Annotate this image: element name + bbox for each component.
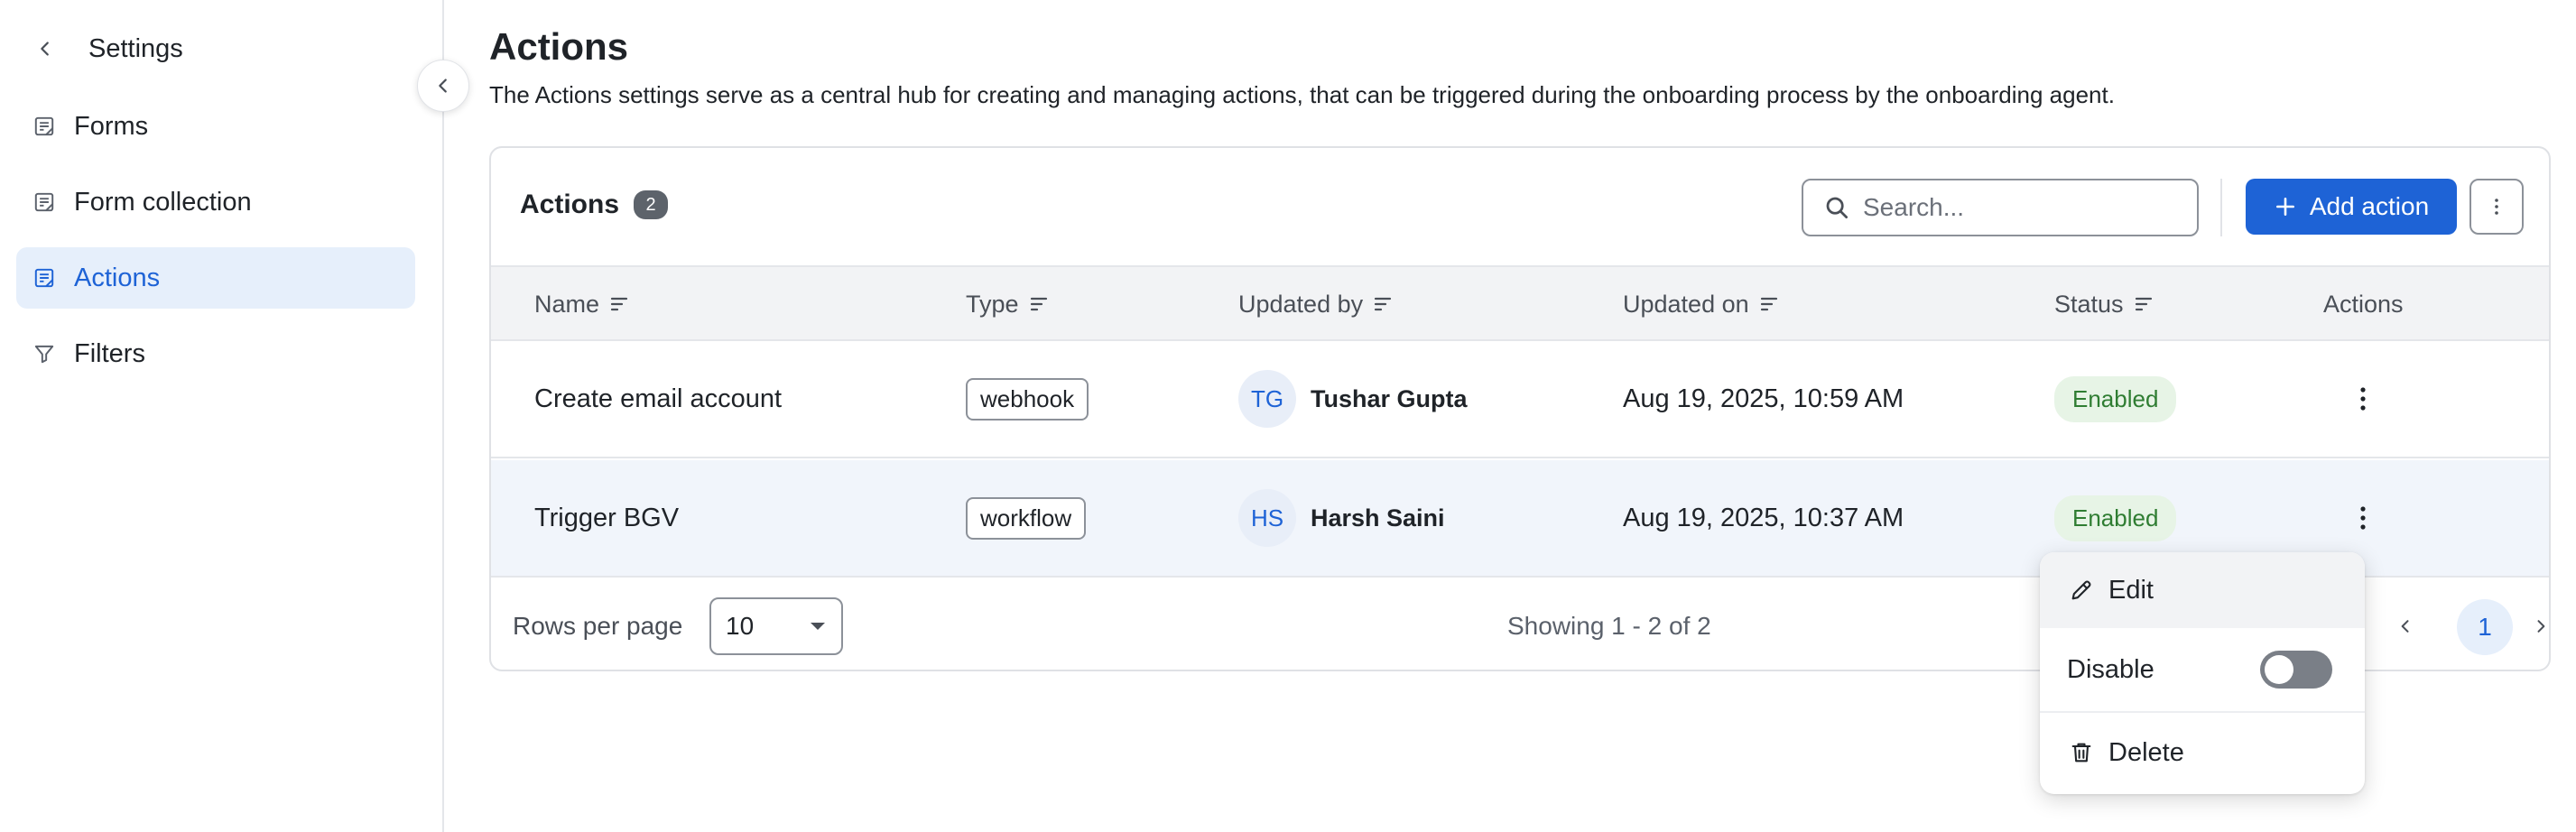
sidebar-item-form-collection[interactable]: Form collection [16, 171, 415, 233]
page-number-button[interactable]: 1 [2457, 599, 2513, 655]
column-header-label: Name [534, 290, 600, 318]
column-header-label: Updated by [1238, 290, 1364, 318]
sidebar-item-actions[interactable]: Actions [16, 247, 415, 309]
pencil-icon [2071, 580, 2091, 600]
form-icon [31, 264, 58, 291]
menu-item-label: Edit [2108, 575, 2154, 605]
menu-item-delete[interactable]: Delete [2040, 715, 2365, 790]
updated-on: Aug 19, 2025, 10:59 AM [1623, 384, 1904, 413]
sort-icon [610, 297, 628, 311]
sidebar-item-label: Actions [74, 263, 161, 292]
sidebar-item-forms[interactable]: Forms [16, 96, 415, 157]
page-description: The Actions settings serve as a central … [489, 81, 2115, 108]
toggle-knob [2265, 655, 2293, 684]
disable-toggle[interactable] [2260, 651, 2332, 689]
column-header-label: Updated on [1623, 290, 1749, 318]
form-icon [31, 113, 58, 140]
sidebar-header: Settings [27, 31, 183, 67]
caret-down-icon [811, 623, 825, 630]
sidebar-item-label: Form collection [74, 187, 252, 217]
form-icon [31, 189, 58, 216]
chevron-left-icon [41, 42, 49, 56]
column-header-label: Status [2054, 290, 2124, 318]
previous-page-button[interactable] [2383, 601, 2428, 652]
row-actions-button[interactable] [2345, 493, 2381, 543]
kebab-icon [2495, 199, 2498, 215]
page-title: Actions [489, 25, 629, 68]
menu-item-edit[interactable]: Edit [2040, 552, 2365, 628]
updated-by-cell: TG Tushar Gupta [1238, 341, 1468, 457]
sort-icon [1375, 297, 1392, 311]
kebab-icon [2360, 387, 2366, 411]
sidebar-item-label: Forms [74, 111, 149, 141]
status-badge: Enabled [2054, 495, 2177, 541]
rows-per-page-value: 10 [726, 612, 755, 640]
search-input[interactable] [1863, 193, 2161, 222]
chevron-left-icon [439, 79, 447, 93]
type-tag: workflow [966, 496, 1087, 540]
toolbar-divider [2220, 179, 2222, 236]
filter-icon [31, 340, 58, 367]
rows-per-page-label: Rows per page [513, 612, 683, 640]
add-action-button[interactable]: Add action [2246, 179, 2457, 235]
updated-by-cell: HS Harsh Saini [1238, 460, 1445, 576]
menu-item-disable[interactable]: Disable [2040, 628, 2365, 713]
card-header: Actions 2 [520, 190, 669, 220]
card-title: Actions [520, 190, 620, 219]
sort-icon [1760, 297, 1777, 311]
column-header-label: Type [966, 290, 1019, 318]
pagination-summary: Showing 1 - 2 of 2 [1507, 612, 1711, 640]
type-tag: webhook [966, 377, 1089, 421]
sidebar-title: Settings [88, 33, 183, 63]
chevron-left-icon [2401, 620, 2409, 633]
column-header-label: Actions [2323, 290, 2404, 318]
sort-icon [2135, 297, 2152, 311]
column-header-status[interactable]: Status [2054, 267, 2154, 341]
rows-per-page-select[interactable]: 10 [709, 597, 843, 655]
user-name: Harsh Saini [1311, 504, 1445, 532]
column-header-actions: Actions [2323, 267, 2404, 341]
back-button[interactable] [27, 31, 63, 67]
column-header-name[interactable]: Name [534, 267, 630, 341]
row-actions-button[interactable] [2345, 374, 2381, 424]
collapse-sidebar-button[interactable] [417, 60, 469, 112]
column-header-updated-by[interactable]: Updated by [1238, 267, 1394, 341]
column-header-updated-on[interactable]: Updated on [1623, 267, 1780, 341]
row-context-menu: Edit Disable Delete [2040, 552, 2365, 794]
settings-sidebar: Settings Forms Form collection Actions F… [0, 0, 444, 832]
search-icon [1823, 194, 1850, 221]
avatar: TG [1238, 370, 1296, 428]
menu-item-label: Delete [2108, 737, 2184, 767]
sort-icon [1030, 297, 1047, 311]
sidebar-item-label: Filters [74, 338, 145, 368]
count-badge: 2 [634, 190, 669, 219]
updated-on: Aug 19, 2025, 10:37 AM [1623, 503, 1904, 532]
add-action-label: Add action [2309, 192, 2430, 220]
chevron-right-icon [2537, 620, 2545, 633]
user-name: Tushar Gupta [1311, 384, 1468, 412]
next-page-button[interactable] [2518, 601, 2549, 652]
column-header-type[interactable]: Type [966, 267, 1050, 341]
kebab-icon [2360, 506, 2366, 530]
plus-icon [2275, 198, 2294, 216]
trash-icon [2071, 743, 2091, 763]
sidebar-item-filters[interactable]: Filters [16, 323, 415, 384]
action-name: Create email account [534, 384, 783, 413]
menu-item-label: Disable [2067, 654, 2154, 684]
more-options-button[interactable] [2469, 179, 2524, 235]
status-badge: Enabled [2054, 375, 2177, 422]
action-name: Trigger BGV [534, 503, 680, 532]
table-row[interactable]: Create email account webhook TG Tushar G… [491, 341, 2549, 458]
search-box[interactable] [1802, 179, 2199, 236]
table-header: Name Type Updated by Updated on Status A… [491, 265, 2549, 341]
avatar: HS [1238, 489, 1296, 547]
